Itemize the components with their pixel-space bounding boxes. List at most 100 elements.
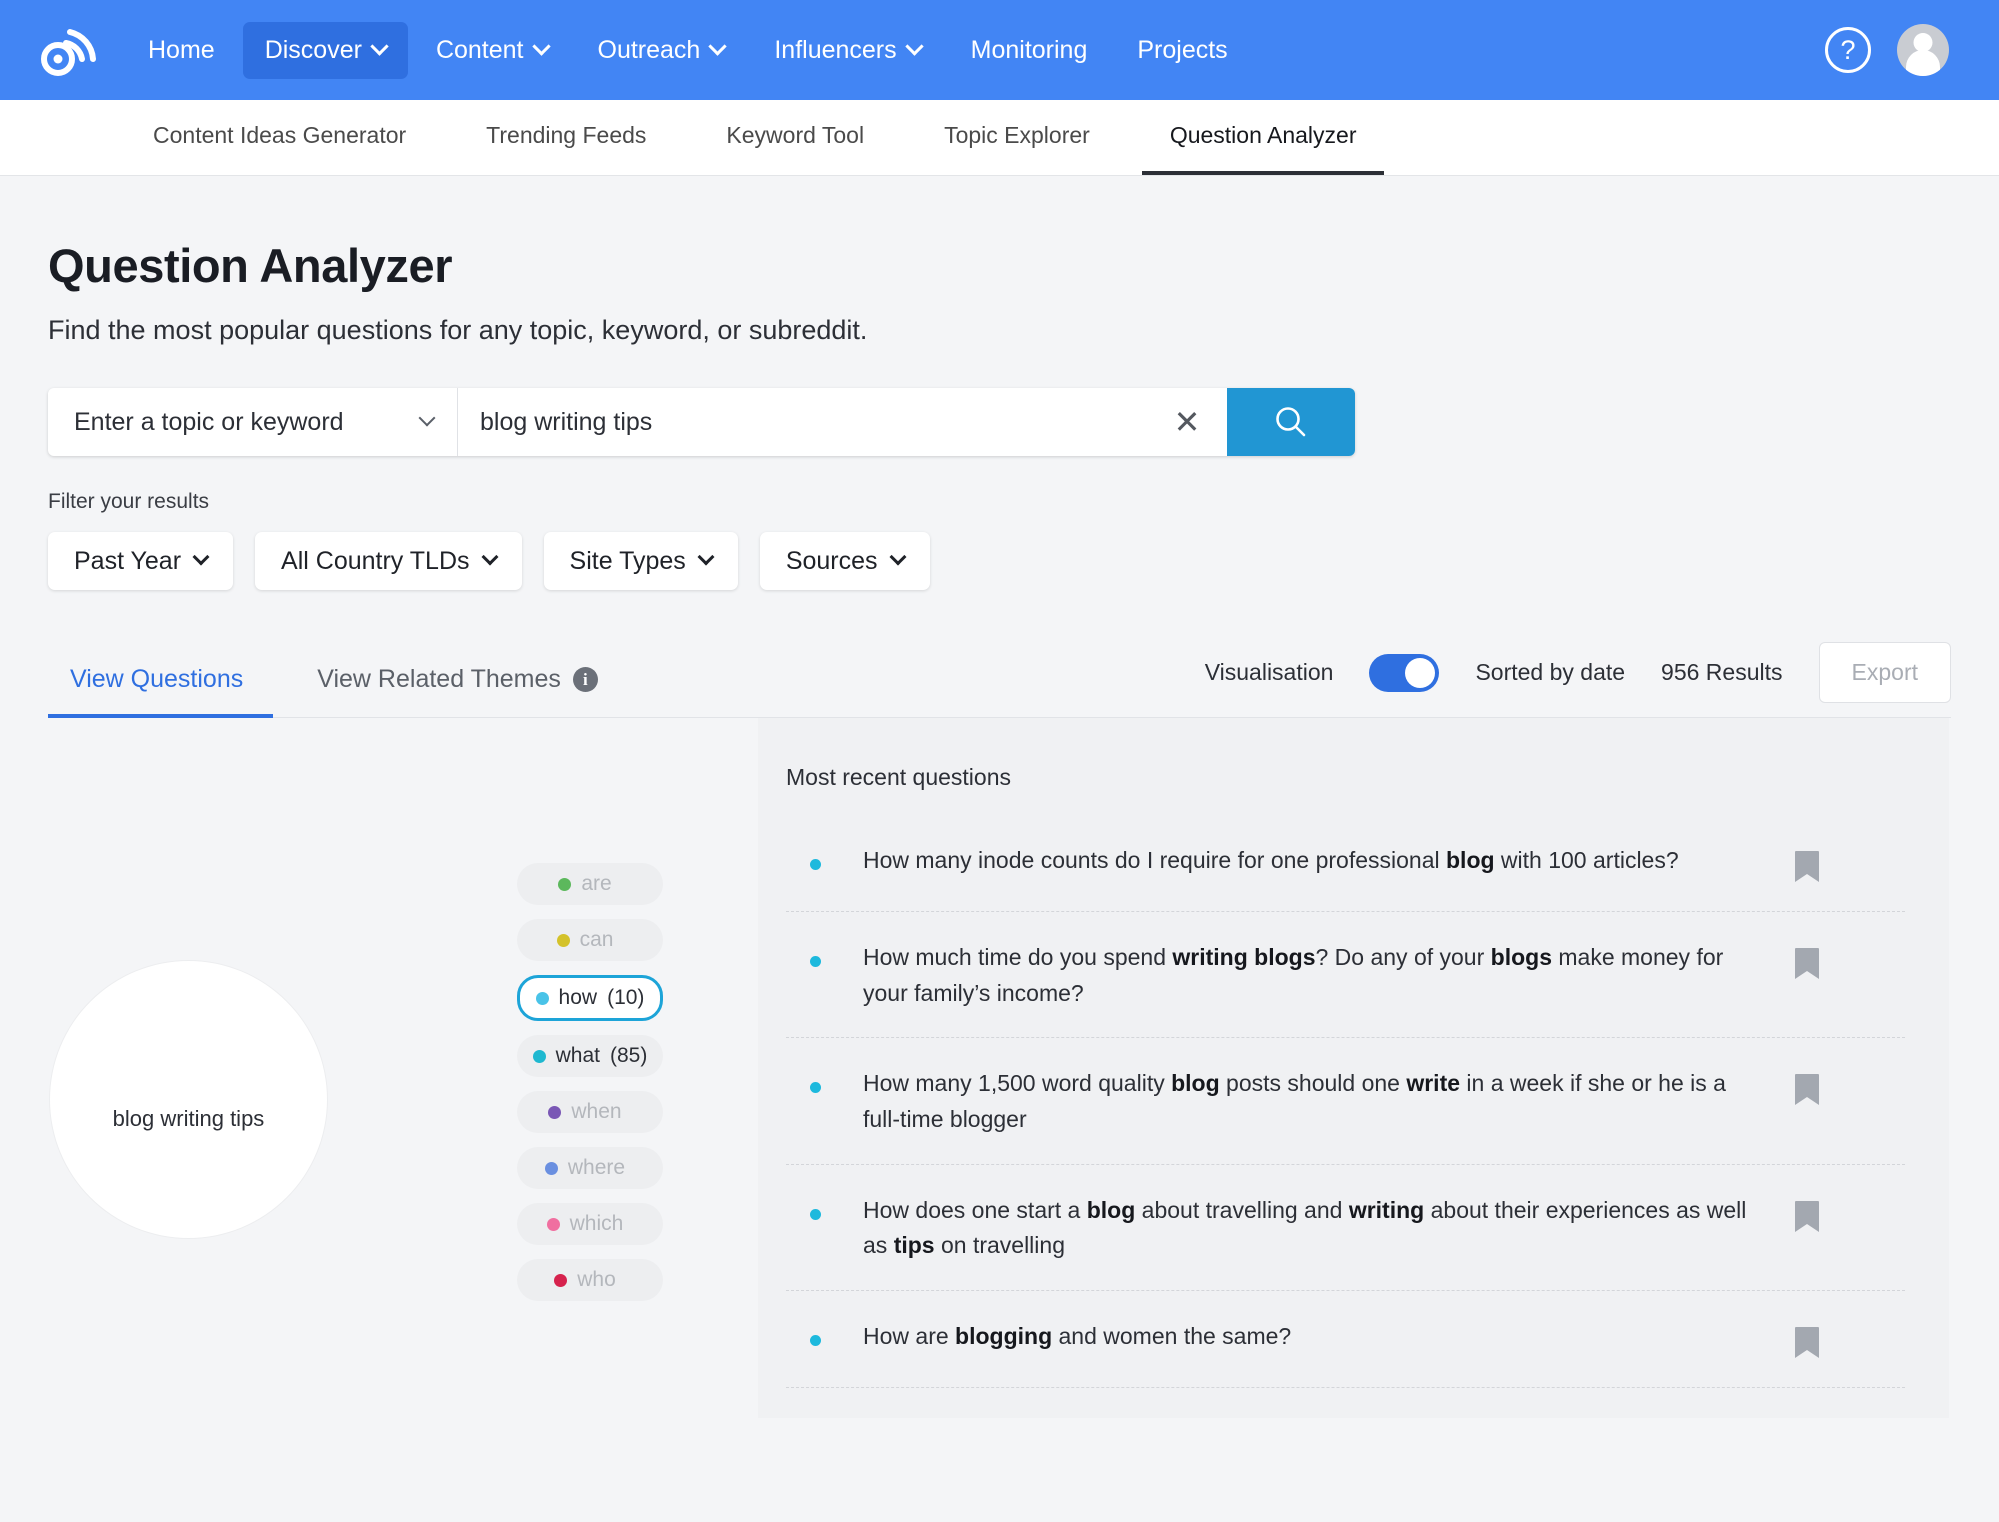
page-title: Question Analyzer [48,239,453,292]
pill-how[interactable]: how (10) [517,975,663,1021]
nav-label: Influencers [774,35,897,64]
nav-item-outreach[interactable]: Outreach [576,22,747,79]
tab-content-ideas-generator[interactable]: Content Ideas Generator [125,100,434,175]
keyword-bubble-label: blog writing tips [112,1106,265,1131]
keyword-bubble[interactable]: blog writing tips [50,961,327,1238]
sub-navigation-bar: Content Ideas Generator Trending Feeds K… [0,100,1999,176]
color-dot [558,877,572,891]
subnav-label: Keyword Tool [726,122,865,148]
chevron-down-icon [418,409,436,427]
question-row[interactable]: How are blogging and women the same? [786,1291,1905,1388]
help-icon[interactable]: ? [1825,27,1871,73]
primary-nav-items: Home Discover Content Outreach Influence… [126,21,1250,79]
topic-type-select[interactable]: Enter a topic or keyword [48,388,458,456]
tab-view-related-themes[interactable]: View Related Themes i [317,665,602,718]
help-glyph: ? [1840,34,1856,65]
bookmark-icon[interactable] [1793,946,1821,982]
pill-label: who [577,1268,616,1291]
question-word-pill-list: are can how (10) what (85) when where whic… [517,863,663,1301]
nav-item-projects[interactable]: Projects [1115,22,1249,79]
avatar[interactable] [1897,24,1949,76]
question-row[interactable]: How many 1,500 word quality blog posts s… [786,1038,1905,1165]
filter-label: Past Year [74,546,182,575]
pill-can[interactable]: can [517,919,663,961]
nav-item-home[interactable]: Home [126,22,237,79]
search-bar: Enter a topic or keyword ✕ [48,388,1355,456]
color-dot [532,1049,546,1063]
bookmark-icon[interactable] [1793,1072,1821,1108]
tab-question-analyzer[interactable]: Question Analyzer [1141,100,1385,175]
results-toolbar: Visualisation Sorted by date 956 Results… [1205,642,1951,717]
main-content: Question Analyzer Find the most popular … [0,238,1999,1418]
export-button[interactable]: Export [1818,642,1951,703]
search-button[interactable] [1227,388,1355,456]
filter-past-year[interactable]: Past Year [48,532,234,590]
search-input[interactable] [480,407,1165,437]
tab-view-questions[interactable]: View Questions [48,665,274,718]
pill-count: (10) [607,986,645,1009]
clear-icon[interactable]: ✕ [1165,400,1209,444]
color-dot [544,1161,558,1175]
filter-sources[interactable]: Sources [759,532,930,590]
filter-row: Past Year All Country TLDs Site Types So… [48,532,1999,590]
filter-label: All Country TLDs [281,546,470,575]
pill-what[interactable]: what (85) [517,1035,663,1077]
color-dot [546,1217,560,1231]
info-icon[interactable]: i [572,667,598,692]
question-text: How are blogging and women the same? [863,1322,1292,1349]
pill-where[interactable]: where [517,1147,663,1189]
search-icon [1276,407,1306,437]
search-input-wrapper: ✕ [458,388,1227,456]
nav-right-cluster: ? [1825,24,1969,76]
tab-trending-feeds[interactable]: Trending Feeds [458,100,674,175]
nav-label: Monitoring [970,35,1088,64]
visualisation-label: Visualisation [1204,659,1334,685]
nav-label: Discover [264,35,362,64]
nav-item-content[interactable]: Content [414,22,570,79]
visualisation-panel: blog writing tips are can how (10) what (8… [48,718,758,1418]
filter-label: Sources [785,546,878,575]
color-dot [556,933,570,947]
chevron-down-icon [481,548,499,566]
question-row[interactable]: How much time do you spend writing blogs… [786,912,1905,1039]
pill-are[interactable]: are [517,863,663,905]
tab-keyword-tool[interactable]: Keyword Tool [698,100,892,175]
nav-label: Content [435,35,524,64]
pill-label: can [579,928,614,951]
visualisation-toggle[interactable] [1369,653,1440,692]
question-text: How many 1,500 word quality blog posts s… [863,1070,1726,1132]
pill-when[interactable]: when [517,1091,663,1133]
bookmark-icon[interactable] [1793,1199,1821,1235]
color-dot [548,1105,562,1119]
chevron-down-icon [531,36,551,56]
filter-country-tlds[interactable]: All Country TLDs [255,532,522,590]
question-bullet-dot [810,1208,821,1220]
bookmark-icon[interactable] [1793,1325,1821,1361]
results-content: blog writing tips are can how (10) what (8… [48,718,1999,1418]
sort-status[interactable]: Sorted by date [1475,659,1625,686]
filter-section-label: Filter your results [48,490,210,513]
filter-site-types[interactable]: Site Types [543,532,738,590]
bookmark-icon[interactable] [1793,849,1821,885]
subnav-label: Topic Explorer [944,122,1090,148]
page-subtitle: Find the most popular questions for any … [48,315,868,345]
question-bullet-dot [810,956,821,967]
nav-item-influencers[interactable]: Influencers [752,22,942,79]
question-row[interactable]: How does one start a blog about travelli… [786,1165,1905,1291]
pill-label: when [571,1100,622,1123]
chevron-down-icon [904,36,924,56]
subnav-label: Trending Feeds [486,122,647,148]
nav-item-discover[interactable]: Discover [242,21,408,79]
question-text: How many inode counts do I require for o… [863,847,1679,873]
tab-label: View Questions [70,665,244,693]
pill-label: where [567,1156,626,1179]
question-row[interactable]: How many inode counts do I require for o… [786,815,1905,912]
pill-who[interactable]: who [517,1259,663,1301]
tab-topic-explorer[interactable]: Topic Explorer [916,100,1118,175]
chevron-down-icon [370,36,389,56]
color-dot [554,1273,568,1287]
question-text: How does one start a blog about travelli… [863,1196,1747,1259]
pill-which[interactable]: which [517,1203,663,1245]
nav-item-monitoring[interactable]: Monitoring [949,22,1110,79]
buzzsumo-logo-icon[interactable] [36,19,98,81]
